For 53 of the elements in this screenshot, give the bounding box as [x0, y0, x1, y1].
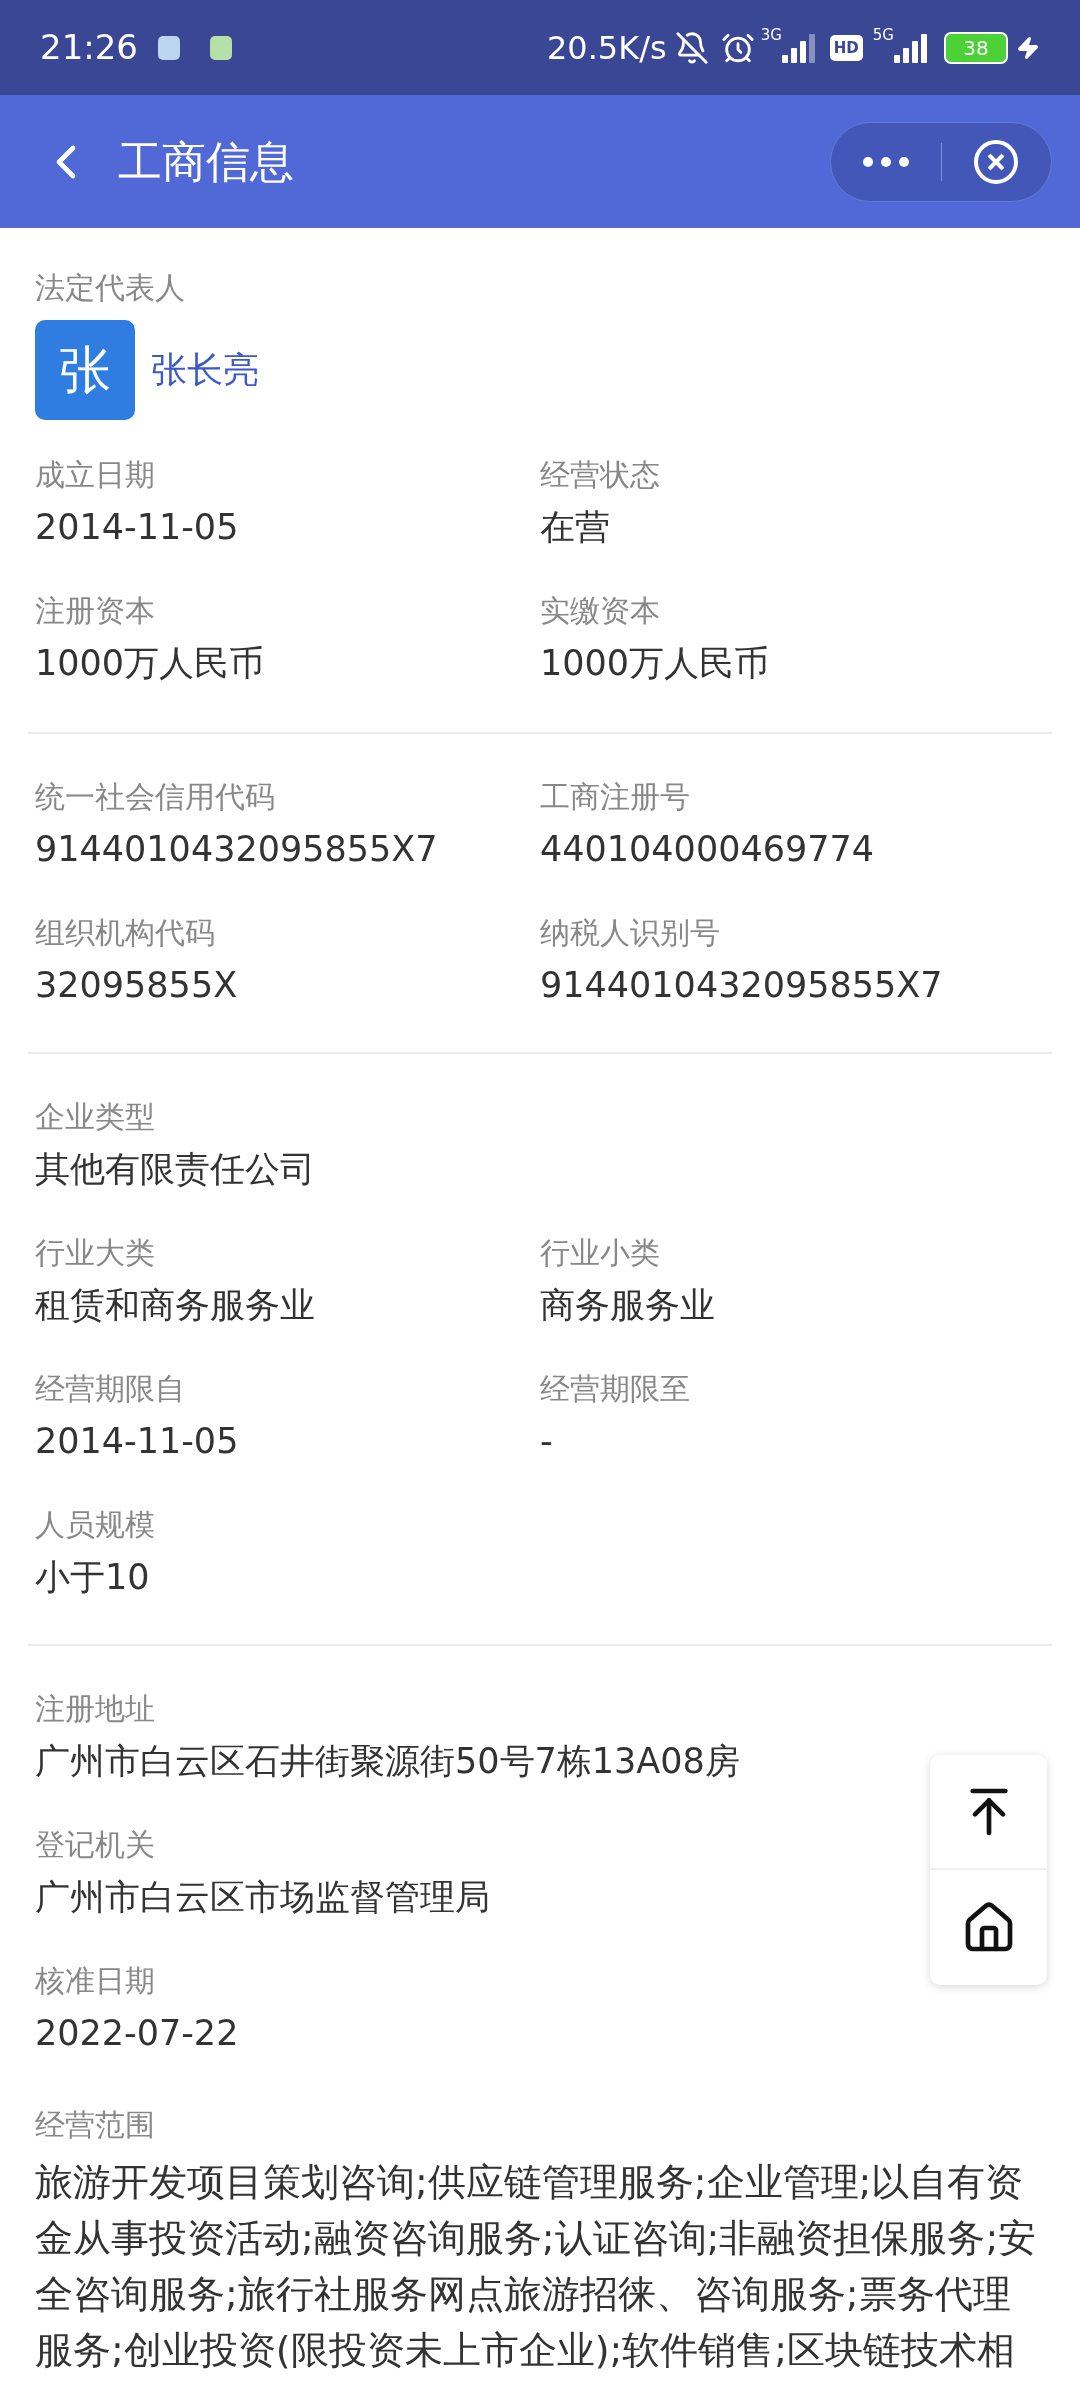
field-label: 工商注册号: [540, 778, 690, 816]
field-value: 2022-07-22: [35, 2012, 239, 2055]
field-value: -: [540, 1420, 553, 1463]
bell-off-icon: [674, 30, 709, 65]
field-label: 行业小类: [540, 1234, 660, 1272]
field-value: 广州市白云区石井街聚源街50号7栋13A08房: [35, 1740, 740, 1783]
field-value: 2014-11-05: [35, 506, 239, 549]
field-label: 经营范围: [35, 2106, 155, 2144]
field-label: 纳税人识别号: [540, 914, 720, 952]
hd-badge: HD: [829, 34, 863, 61]
app-icon: [210, 35, 232, 60]
field-value: 9144010432095855X7: [35, 828, 438, 871]
charging-icon: [1016, 35, 1040, 60]
business-scope-text: 旅游开发项目策划咨询;供应链管理服务;企业管理;以自有资金从事投资活动;融资咨询服务;认证咨询;非融资担保服务;安全咨询服务;旅行社服务网点旅游招徕、咨询服务;票务代理服务;创业投资(限投资未上市企业);软件销售;区块链技术相: [35, 2159, 1038, 2374]
field-value: 440104000469774: [540, 828, 875, 871]
clock: 21:26: [40, 26, 138, 69]
field-value: 1000万人民币: [35, 642, 265, 685]
field-value: 9144010432095855X7: [540, 964, 943, 1007]
field-label: 注册资本: [35, 592, 155, 630]
network-type: 3G: [760, 25, 782, 46]
field-value: 32095855X: [35, 964, 238, 1007]
field-value: 广州市白云区市场监督管理局: [35, 1876, 490, 1919]
field-value: 在营: [540, 506, 610, 549]
field-label: 登记机关: [35, 1826, 155, 1864]
field-label: 经营期限自: [35, 1370, 185, 1408]
field-value: 小于10: [35, 1556, 150, 1599]
avatar: 张: [35, 320, 135, 420]
app-icon: [158, 35, 180, 60]
network-type: 5G: [872, 25, 894, 46]
close-icon[interactable]: [972, 137, 1021, 186]
signal-icon: [894, 32, 930, 63]
battery-indicator: 38: [944, 31, 1008, 64]
field-value: 1000万人民币: [540, 642, 770, 685]
field-value: 商务服务业: [540, 1284, 715, 1327]
field-label: 实缴资本: [540, 592, 660, 630]
field-label: 行业大类: [35, 1234, 155, 1272]
field-label: 经营状态: [540, 456, 660, 494]
field-value: 2014-11-05: [35, 1420, 239, 1463]
field-value: 其他有限责任公司: [35, 1148, 315, 1191]
field-label: 组织机构代码: [35, 914, 215, 952]
field-value: 租赁和商务服务业: [35, 1284, 315, 1327]
field-label: 核准日期: [35, 1962, 155, 2000]
field-label: 成立日期: [35, 456, 155, 494]
field-label: 企业类型: [35, 1098, 155, 1136]
signal-icon: [781, 32, 818, 63]
page-title: 工商信息: [118, 134, 294, 189]
network-speed: 20.5K/s: [546, 27, 667, 69]
field-label: 经营期限至: [540, 1370, 690, 1408]
field-label: 法定代表人: [35, 269, 185, 307]
legal-representative-link[interactable]: 张长亮: [151, 343, 259, 397]
field-label: 人员规模: [35, 1506, 155, 1544]
field-label: 统一社会信用代码: [35, 778, 275, 816]
field-label: 注册地址: [35, 1690, 155, 1728]
